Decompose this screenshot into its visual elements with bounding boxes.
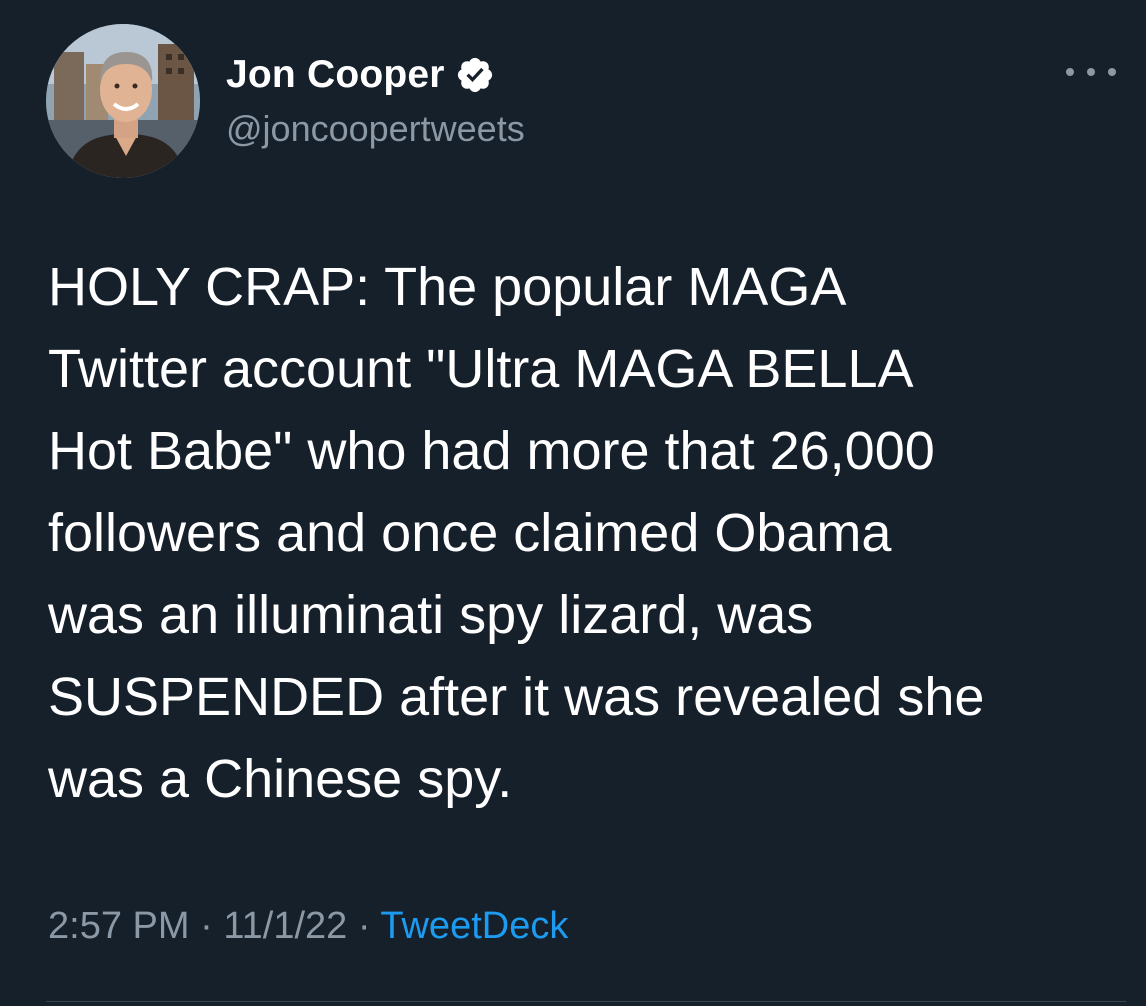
tweet-header: Jon Cooper @joncoopertweets xyxy=(46,24,1126,180)
tweet-source-link[interactable]: TweetDeck xyxy=(380,905,568,947)
handle[interactable]: @joncoopertweets xyxy=(226,108,525,150)
meta-separator: · xyxy=(189,905,224,947)
verified-badge-icon xyxy=(455,55,495,95)
display-name[interactable]: Jon Cooper xyxy=(226,53,445,97)
tweet-text: HOLY CRAP: The popular MAGA Twitter acco… xyxy=(48,257,985,809)
tweet-date[interactable]: 11/1/22 xyxy=(223,905,347,947)
meta-separator: · xyxy=(347,905,381,947)
dot xyxy=(1087,68,1095,76)
dot xyxy=(1108,68,1116,76)
dot xyxy=(1066,68,1074,76)
author-names: Jon Cooper @joncoopertweets xyxy=(226,52,525,150)
tweet-card: Jon Cooper @joncoopertweets HOLY CRAP: T… xyxy=(0,0,1146,1006)
more-options-icon[interactable] xyxy=(1066,62,1116,82)
divider xyxy=(46,1001,1126,1002)
tweet-metadata: 2:57 PM · 11/1/22 · TweetDeck xyxy=(48,905,568,948)
display-name-row: Jon Cooper xyxy=(226,52,525,98)
tweet-time[interactable]: 2:57 PM xyxy=(48,905,190,947)
profile-photo xyxy=(46,24,200,178)
avatar[interactable] xyxy=(46,24,200,178)
